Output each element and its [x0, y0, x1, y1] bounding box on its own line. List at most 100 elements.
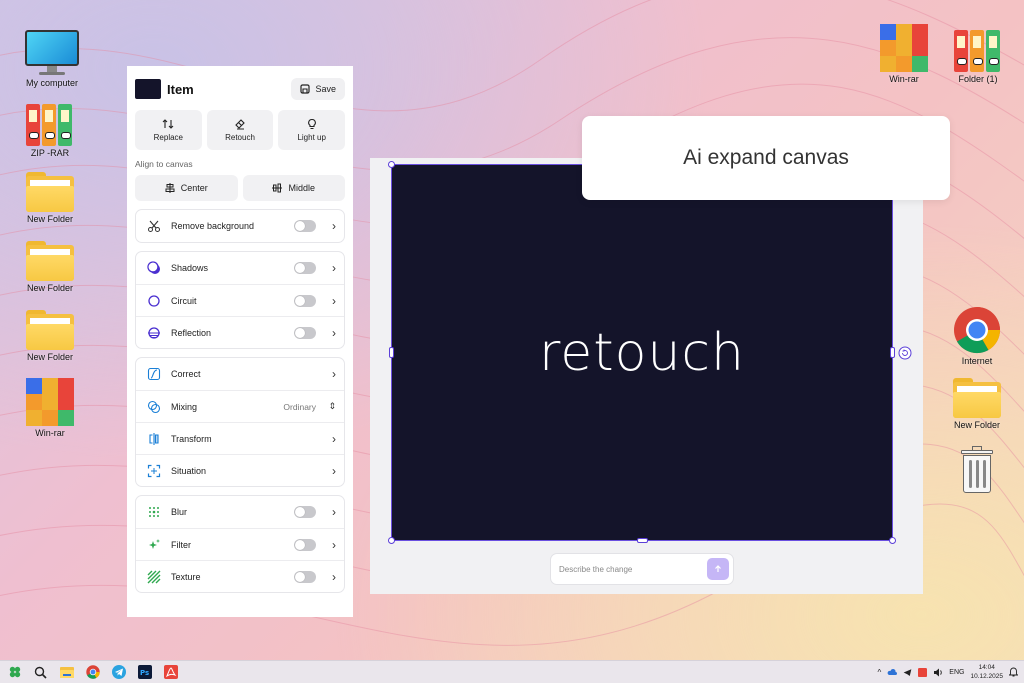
reflection-icon	[148, 326, 160, 339]
desktop-icon-label: Win-rar	[889, 74, 919, 84]
telegram-icon	[111, 665, 126, 679]
align-middle-icon	[272, 183, 283, 193]
reflection-row[interactable]: Reflection ›	[136, 316, 344, 348]
remove-background-row[interactable]: Remove background ›	[136, 210, 344, 242]
chevron-up-icon[interactable]: ^	[878, 668, 882, 677]
save-button[interactable]: Save	[291, 78, 345, 100]
resize-handle-top-left[interactable]	[388, 161, 395, 168]
chevron-right-icon[interactable]: ›	[322, 219, 336, 233]
align-center-button[interactable]: Center	[135, 175, 238, 201]
chevron-right-icon[interactable]: ›	[322, 294, 336, 308]
taskbar: Ps ^ ENG 14:04 10.12.2025	[0, 660, 1024, 683]
desktop-icon-new-folder[interactable]: New Folder	[15, 310, 85, 362]
transform-icon	[149, 432, 159, 445]
onedrive-icon[interactable]	[887, 668, 898, 676]
light-up-button[interactable]: Light up	[278, 110, 346, 150]
shadows-row[interactable]: Shadows ›	[136, 252, 344, 284]
effects-group: Shadows › Circuit › Reflection ›	[135, 251, 345, 349]
situation-row[interactable]: Situation ›	[136, 454, 344, 486]
blur-toggle[interactable]	[294, 506, 316, 518]
blur-row[interactable]: Blur ›	[136, 496, 344, 528]
resize-handle-left[interactable]	[389, 347, 394, 358]
chevron-right-icon[interactable]: ›	[322, 505, 336, 519]
resize-handle-bottom-right[interactable]	[889, 537, 896, 544]
chrome-taskbar-button[interactable]	[81, 661, 104, 683]
chevron-right-icon[interactable]: ›	[322, 570, 336, 584]
shadows-label: Shadows	[171, 263, 209, 273]
adjust-group: Correct › Mixing Ordinary ⇕ Transform › …	[135, 357, 345, 487]
telegram-tray-icon[interactable]	[903, 668, 912, 677]
align-middle-button[interactable]: Middle	[242, 175, 345, 201]
reflection-label: Reflection	[171, 327, 212, 338]
desktop-icon-win-rar[interactable]: Win-rar	[15, 378, 85, 438]
resize-handle-bottom-left[interactable]	[388, 537, 395, 544]
situation-label: Situation	[171, 465, 207, 476]
clock[interactable]: 14:04 10.12.2025	[970, 663, 1003, 681]
describe-change-input[interactable]	[559, 564, 707, 574]
language-indicator[interactable]: ENG	[949, 669, 964, 676]
canvas-image[interactable]: retouch	[391, 164, 893, 541]
remove-background-group: Remove background ›	[135, 209, 345, 243]
photoshop-button[interactable]: Ps	[133, 661, 156, 683]
correct-row[interactable]: Correct ›	[136, 358, 344, 390]
curve-icon	[147, 367, 161, 381]
correct-label: Correct	[171, 369, 201, 379]
eraser-icon	[235, 119, 245, 130]
chevron-right-icon[interactable]: ›	[322, 261, 336, 275]
chevron-right-icon[interactable]: ›	[322, 326, 336, 340]
svg-text:Ps: Ps	[140, 669, 149, 677]
acrobat-tray-icon[interactable]	[918, 667, 928, 677]
reflection-toggle[interactable]	[294, 326, 316, 339]
circuit-toggle[interactable]	[294, 294, 316, 307]
bell-icon[interactable]	[1009, 667, 1018, 677]
acrobat-button[interactable]	[159, 661, 182, 683]
desktop-icon-label: New Folder	[26, 214, 73, 224]
shadows-toggle[interactable]	[294, 262, 316, 274]
remove-background-toggle[interactable]	[294, 220, 316, 232]
search-button[interactable]	[29, 661, 52, 683]
chevron-right-icon[interactable]: ›	[322, 538, 336, 552]
filter-label: Filter	[171, 539, 191, 550]
chevron-right-icon[interactable]: ›	[322, 464, 336, 478]
desktop-icon-my-computer[interactable]: My computer	[17, 30, 87, 88]
filter-row[interactable]: Filter ›	[136, 528, 344, 560]
start-button[interactable]	[3, 661, 26, 683]
file-explorer-button[interactable]	[55, 661, 78, 683]
file-explorer-icon	[59, 667, 74, 678]
filter-toggle[interactable]	[294, 538, 316, 551]
winrar-icon	[880, 24, 928, 72]
desktop-icon-zip-rar[interactable]: ZIP -RAR	[15, 102, 85, 158]
desktop-icon-win-rar[interactable]: Win-rar	[869, 24, 939, 84]
mixing-row[interactable]: Mixing Ordinary ⇕	[136, 390, 344, 422]
chevron-right-icon[interactable]: ›	[322, 367, 336, 381]
properties-panel: Item Save Replace Retouch Light up Align…	[127, 66, 353, 617]
desktop-icon-folder-1[interactable]: Folder (1)	[943, 28, 1013, 84]
replace-button[interactable]: Replace	[135, 110, 202, 150]
desktop-icon-new-folder[interactable]: New Folder	[15, 172, 85, 224]
replace-icon	[162, 119, 174, 129]
telegram-button[interactable]	[107, 661, 130, 683]
texture-row[interactable]: Texture ›	[136, 560, 344, 592]
chevron-right-icon[interactable]: ›	[322, 432, 336, 446]
transform-row[interactable]: Transform ›	[136, 422, 344, 454]
mixing-value[interactable]: Ordinary	[283, 402, 316, 412]
desktop-icon-new-folder[interactable]: New Folder	[15, 241, 85, 293]
retouch-button[interactable]: Retouch	[206, 110, 274, 150]
chevron-updown-icon[interactable]: ⇕	[322, 401, 336, 412]
desktop-icon-internet[interactable]: Internet	[942, 306, 1012, 366]
panel-title: Item	[167, 81, 194, 97]
clock-time: 14:04	[978, 664, 995, 671]
send-button[interactable]	[707, 558, 729, 580]
circuit-row[interactable]: Circuit ›	[136, 284, 344, 316]
texture-toggle[interactable]	[294, 570, 316, 583]
desktop-icon-new-folder[interactable]: New Folder	[942, 378, 1012, 430]
blur-icon	[149, 507, 159, 517]
transform-label: Transform	[171, 433, 212, 444]
resize-handle-bottom[interactable]	[637, 538, 648, 543]
filters-group: Blur › Filter › Texture ›	[135, 495, 345, 593]
volume-icon[interactable]	[933, 668, 943, 677]
rotate-icon[interactable]	[898, 346, 912, 360]
resize-handle-right[interactable]	[890, 347, 895, 358]
desktop-icon-recycle-bin[interactable]	[942, 446, 1012, 494]
photoshop-icon: Ps	[137, 665, 152, 679]
